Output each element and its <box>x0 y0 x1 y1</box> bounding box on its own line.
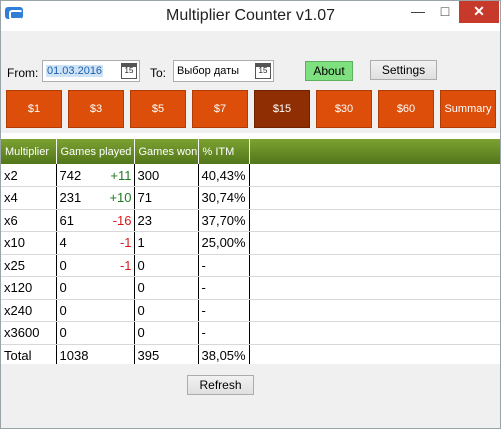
stake-button-5[interactable]: $5 <box>130 90 186 128</box>
refresh-button[interactable]: Refresh <box>187 375 254 395</box>
from-date-value[interactable]: 01.03.2016 <box>46 65 104 77</box>
stake-button-7[interactable]: $7 <box>192 90 248 128</box>
itm-cell: - <box>198 299 250 322</box>
games-won-cell: 0 <box>134 321 199 345</box>
calendar-icon[interactable]: 15 <box>255 63 271 79</box>
stake-button-3[interactable]: $3 <box>68 90 124 128</box>
games-won-cell: 0 <box>134 254 199 277</box>
games-delta: -1 <box>119 235 132 251</box>
bottom-panel <box>1 364 500 428</box>
stats-table: Multiplier Games played Games won % ITM … <box>1 139 500 367</box>
table-row[interactable]: x3600 0 0- <box>1 321 500 345</box>
itm-cell: 30,74% <box>198 186 250 210</box>
games-played-cell: 61 -16 <box>56 209 135 232</box>
summary-button[interactable]: Summary <box>440 90 496 128</box>
from-label: From: <box>7 66 39 80</box>
filler-cell <box>249 209 500 232</box>
table-row[interactable]: x4 231 +10 71 30,74% <box>1 186 500 210</box>
multiplier-cell: x10 <box>1 231 57 255</box>
games-delta: -16 <box>112 212 132 228</box>
table-row[interactable]: x120 0 0- <box>1 276 500 300</box>
stake-button-1[interactable]: $1 <box>6 90 62 128</box>
filler-cell <box>249 321 500 345</box>
column-header-games-won[interactable]: Games won <box>134 139 199 164</box>
games-played-cell: 742 +11 <box>56 164 135 187</box>
multiplier-cell: x2 <box>1 164 57 187</box>
filter-bar: From: 01.03.2016 15 To: Выбор даты 15 Ab… <box>1 31 500 85</box>
games-played-cell: 0 <box>56 276 135 300</box>
games-played-value: 0 <box>59 325 67 341</box>
multiplier-cell: x3600 <box>1 321 57 345</box>
stake-button-row: $1 $3 $5 $7 $15 $30 $60 Summary <box>1 85 500 133</box>
table-row[interactable]: x10 4 -1 1 25,00% <box>1 231 500 255</box>
games-played-cell: 0 -1 <box>56 254 135 277</box>
games-won-cell: 0 <box>134 276 199 300</box>
to-date-value[interactable]: Выбор даты <box>177 65 239 77</box>
filler-cell <box>249 276 500 300</box>
itm-cell: 40,43% <box>198 164 250 187</box>
games-won-cell: 1 <box>134 231 199 255</box>
title-bar[interactable]: Multiplier Counter v1.07 — □ ✕ <box>1 1 500 31</box>
games-played-cell: 0 <box>56 299 135 322</box>
table-row[interactable]: x25 0 -1 0- <box>1 254 500 277</box>
games-played-cell: 4 -1 <box>56 231 135 255</box>
games-delta: +11 <box>110 167 132 183</box>
itm-cell: - <box>198 254 250 277</box>
table-row[interactable]: x240 0 0- <box>1 299 500 322</box>
itm-cell: 37,70% <box>198 209 250 232</box>
minimize-button[interactable]: — <box>407 1 429 23</box>
table-header-row: Multiplier Games played Games won % ITM <box>1 139 500 164</box>
table-row[interactable]: x6 61 -16 23 37,70% <box>1 209 500 232</box>
games-played-value: 742 <box>59 167 82 183</box>
filler-cell <box>249 231 500 255</box>
games-won-cell: 300 <box>134 164 199 187</box>
stake-button-30[interactable]: $30 <box>316 90 372 128</box>
multiplier-cell: x4 <box>1 186 57 210</box>
filler-cell <box>249 164 500 187</box>
games-won-cell: 23 <box>134 209 199 232</box>
games-won-cell: 71 <box>134 186 199 210</box>
multiplier-cell: x240 <box>1 299 57 322</box>
itm-cell: - <box>198 321 250 345</box>
games-played-value: 61 <box>59 212 74 228</box>
column-header-games-played[interactable]: Games played <box>56 139 135 164</box>
column-header-multiplier[interactable]: Multiplier <box>1 139 57 164</box>
to-label: To: <box>150 66 167 80</box>
games-delta: -1 <box>119 257 132 273</box>
games-played-cell: 231 +10 <box>56 186 135 210</box>
filler-cell <box>249 299 500 322</box>
stake-button-15[interactable]: $15 <box>254 90 310 128</box>
itm-cell: - <box>198 276 250 300</box>
column-header-itm[interactable]: % ITM <box>198 139 250 164</box>
games-won-cell: 0 <box>134 299 199 322</box>
filler-cell <box>249 254 500 277</box>
games-played-value: 1038 <box>59 347 89 363</box>
table-row[interactable]: x2 742 +11 300 40,43% <box>1 164 500 187</box>
multiplier-cell: x120 <box>1 276 57 300</box>
from-date-picker[interactable]: 01.03.2016 15 <box>42 60 140 82</box>
close-button[interactable]: ✕ <box>459 1 499 23</box>
stake-button-60[interactable]: $60 <box>378 90 434 128</box>
to-date-picker[interactable]: Выбор даты 15 <box>173 60 274 82</box>
about-button[interactable]: About <box>305 61 353 81</box>
games-played-value: 4 <box>59 235 67 251</box>
games-played-cell: 0 <box>56 321 135 345</box>
app-window: Multiplier Counter v1.07 — □ ✕ From: 01.… <box>0 0 501 429</box>
multiplier-cell: x6 <box>1 209 57 232</box>
calendar-icon[interactable]: 15 <box>121 63 137 79</box>
column-header-filler <box>249 139 500 164</box>
filler-cell <box>249 186 500 210</box>
games-played-value: 0 <box>59 302 67 318</box>
games-played-value: 0 <box>59 280 67 296</box>
settings-button[interactable]: Settings <box>370 60 437 80</box>
itm-cell: 25,00% <box>198 231 250 255</box>
maximize-button[interactable]: □ <box>433 1 457 23</box>
games-played-value: 231 <box>59 190 82 206</box>
games-played-value: 0 <box>59 257 67 273</box>
games-delta: +10 <box>109 190 132 206</box>
multiplier-cell: x25 <box>1 254 57 277</box>
